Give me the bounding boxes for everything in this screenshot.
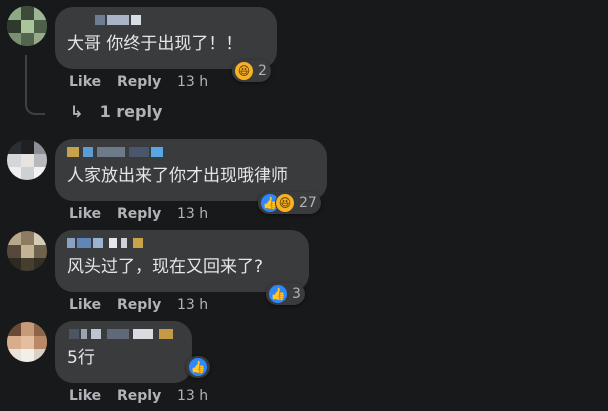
haha-icon: 😆 bbox=[234, 61, 254, 81]
author-name[interactable] bbox=[67, 238, 297, 250]
avatar[interactable] bbox=[7, 322, 47, 362]
author-name[interactable] bbox=[67, 329, 180, 341]
timestamp[interactable]: 13 h bbox=[177, 388, 208, 404]
haha-icon: 😆 bbox=[275, 193, 295, 213]
reaction-count: 27 bbox=[299, 195, 317, 211]
comment-bubble: 风头过了，现在又回来了? bbox=[55, 230, 309, 292]
reaction-summary[interactable]: 👍 3 bbox=[266, 283, 305, 305]
avatar[interactable] bbox=[7, 140, 47, 180]
reaction-summary[interactable]: 👍 😆 27 bbox=[258, 192, 321, 214]
author-name[interactable] bbox=[67, 147, 315, 159]
comment-text: 风头过了，现在又回来了? bbox=[67, 257, 264, 277]
like-icon: 👍 bbox=[188, 357, 208, 377]
timestamp[interactable]: 13 h bbox=[177, 74, 208, 90]
reply-button[interactable]: Reply bbox=[117, 206, 161, 222]
author-name[interactable] bbox=[67, 15, 265, 27]
like-button[interactable]: Like bbox=[69, 74, 101, 90]
view-replies-link[interactable]: ↳ 1 reply bbox=[70, 102, 162, 124]
avatar[interactable] bbox=[7, 231, 47, 271]
like-button[interactable]: Like bbox=[69, 206, 101, 222]
thread-connector bbox=[25, 55, 45, 115]
reply-button[interactable]: Reply bbox=[117, 388, 161, 404]
comment-text: 大哥 你终于出现了！！ bbox=[67, 34, 243, 54]
reaction-count: 2 bbox=[258, 63, 267, 79]
avatar[interactable] bbox=[7, 6, 47, 46]
reply-arrow-icon: ↳ bbox=[70, 102, 84, 121]
reaction-summary[interactable]: 😆 2 bbox=[232, 60, 271, 82]
like-button[interactable]: Like bbox=[69, 388, 101, 404]
timestamp[interactable]: 13 h bbox=[177, 297, 208, 313]
timestamp[interactable]: 13 h bbox=[177, 206, 208, 222]
like-button[interactable]: Like bbox=[69, 297, 101, 313]
replies-count: 1 reply bbox=[99, 102, 163, 121]
reply-button[interactable]: Reply bbox=[117, 74, 161, 90]
comment-text: 人家放出来了你才出现哦律师 bbox=[67, 166, 288, 186]
reaction-summary[interactable]: 👍 bbox=[186, 356, 210, 378]
comment-bubble: 5行 bbox=[55, 321, 192, 383]
comment-text: 5行 bbox=[67, 348, 95, 368]
reaction-count: 3 bbox=[292, 286, 301, 302]
reply-button[interactable]: Reply bbox=[117, 297, 161, 313]
like-icon: 👍 bbox=[268, 284, 288, 304]
